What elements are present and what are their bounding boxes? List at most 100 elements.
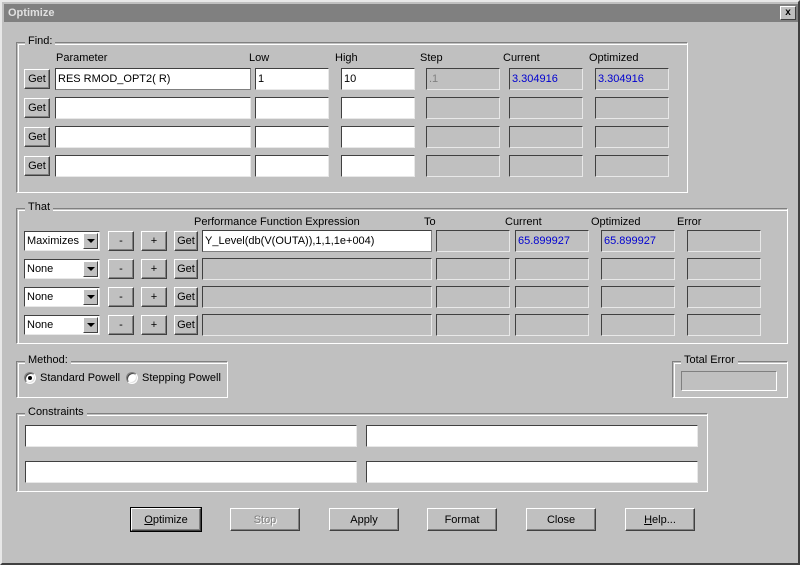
that-goal-value: None xyxy=(27,263,54,275)
that-goal-select[interactable]: None xyxy=(24,259,100,279)
optimize-button[interactable]: Optimize xyxy=(130,507,202,532)
optimize-dialog: Optimize x Find: Parameter Low High Step… xyxy=(0,0,800,565)
that-optimized-value xyxy=(601,286,675,308)
find-get-button[interactable]: Get xyxy=(24,69,50,89)
find-group-legend: Find: xyxy=(25,35,56,47)
close-icon[interactable]: x xyxy=(780,6,796,20)
find-parameter-input[interactable] xyxy=(55,155,251,177)
that-expression-input[interactable] xyxy=(202,314,432,336)
that-expression-input[interactable] xyxy=(202,286,432,308)
find-get-button[interactable]: Get xyxy=(24,98,50,118)
column-header-optimized: Optimized xyxy=(591,216,641,228)
that-get-button[interactable]: Get xyxy=(174,231,198,251)
find-parameter-input[interactable] xyxy=(55,126,251,148)
title-bar: Optimize x xyxy=(4,4,798,22)
find-high-input[interactable] xyxy=(341,155,415,177)
column-header-error: Error xyxy=(677,216,702,228)
chevron-down-icon[interactable] xyxy=(83,317,98,333)
that-goal-select[interactable]: None xyxy=(24,287,100,307)
radio-standard-powell[interactable]: Standard Powell xyxy=(24,372,120,384)
find-low-input[interactable] xyxy=(255,126,329,148)
radio-label-stepping-powell: Stepping Powell xyxy=(142,372,221,384)
column-header-performance-function-expression: Performance Function Expression xyxy=(194,216,360,228)
that-minus-button[interactable]: - xyxy=(108,231,134,251)
find-high-input[interactable]: 10 xyxy=(341,68,415,90)
that-goal-select[interactable]: Maximizes xyxy=(24,231,100,251)
that-current-value xyxy=(515,286,589,308)
that-plus-button[interactable]: + xyxy=(141,315,167,335)
that-error-value xyxy=(687,258,761,280)
that-error-value xyxy=(687,286,761,308)
find-low-input[interactable] xyxy=(255,155,329,177)
that-plus-button[interactable]: + xyxy=(141,231,167,251)
chevron-down-icon[interactable] xyxy=(83,289,98,305)
column-header-current: Current xyxy=(503,52,540,64)
radio-icon-selected[interactable] xyxy=(24,372,36,384)
that-get-button[interactable]: Get xyxy=(174,315,198,335)
find-low-input[interactable]: 1 xyxy=(255,68,329,90)
find-optimized-value: 3.304916 xyxy=(595,68,669,90)
radio-stepping-powell[interactable]: Stepping Powell xyxy=(126,372,221,384)
apply-button[interactable]: Apply xyxy=(329,508,399,531)
that-minus-button[interactable]: - xyxy=(108,315,134,335)
find-group: Find: Parameter Low High Step Current Op… xyxy=(16,35,688,193)
chevron-down-icon[interactable] xyxy=(83,233,98,249)
that-to-input xyxy=(436,230,510,252)
that-optimized-value: 65.899927 xyxy=(601,230,675,252)
find-step-input: .1 xyxy=(426,68,500,90)
that-goal-select[interactable]: None xyxy=(24,315,100,335)
find-optimized-value xyxy=(595,126,669,148)
radio-icon-unselected[interactable] xyxy=(126,372,138,384)
that-expression-input[interactable]: Y_Level(db(V(OUTA)),1,1,1e+004) xyxy=(202,230,432,252)
constraints-group: Constraints xyxy=(16,406,708,492)
close-button[interactable]: Close xyxy=(526,508,596,531)
that-plus-button[interactable]: + xyxy=(141,259,167,279)
find-current-value xyxy=(509,126,583,148)
that-goal-value: Maximizes xyxy=(27,235,79,247)
that-minus-button[interactable]: - xyxy=(108,259,134,279)
format-button[interactable]: Format xyxy=(427,508,497,531)
that-group: That Performance Function Expression To … xyxy=(16,201,788,344)
column-header-high: High xyxy=(335,52,358,64)
radio-label-standard-powell: Standard Powell xyxy=(40,372,121,384)
window-title: Optimize xyxy=(8,7,55,19)
that-get-button[interactable]: Get xyxy=(174,287,198,307)
find-high-input[interactable] xyxy=(341,126,415,148)
find-optimized-value xyxy=(595,97,669,119)
find-optimized-value xyxy=(595,155,669,177)
find-get-button[interactable]: Get xyxy=(24,156,50,176)
that-error-value xyxy=(687,314,761,336)
find-parameter-input[interactable] xyxy=(55,97,251,119)
that-current-value xyxy=(515,314,589,336)
stop-button: Stop xyxy=(230,508,300,531)
column-header-current: Current xyxy=(505,216,542,228)
that-expression-input[interactable] xyxy=(202,258,432,280)
find-step-input xyxy=(426,126,500,148)
column-header-optimized: Optimized xyxy=(589,52,639,64)
column-header-to: To xyxy=(424,216,436,228)
constraint-input-3[interactable] xyxy=(25,461,357,483)
column-header-low: Low xyxy=(249,52,270,64)
that-to-input xyxy=(436,286,510,308)
find-current-value xyxy=(509,97,583,119)
find-low-input[interactable] xyxy=(255,97,329,119)
optimize-button-label: Optimize xyxy=(144,513,188,526)
help-button[interactable]: Help... xyxy=(625,508,695,531)
that-get-button[interactable]: Get xyxy=(174,259,198,279)
that-goal-value: None xyxy=(27,319,54,331)
constraint-input-1[interactable] xyxy=(25,425,357,447)
constraint-input-2[interactable] xyxy=(366,425,698,447)
column-header-parameter: Parameter xyxy=(56,52,108,64)
that-plus-button[interactable]: + xyxy=(141,287,167,307)
find-high-input[interactable] xyxy=(341,97,415,119)
that-to-input xyxy=(436,314,510,336)
help-button-label: Help... xyxy=(644,513,676,526)
that-minus-button[interactable]: - xyxy=(108,287,134,307)
total-error-group-legend: Total Error xyxy=(681,354,738,366)
constraint-input-4[interactable] xyxy=(366,461,698,483)
find-get-button[interactable]: Get xyxy=(24,127,50,147)
chevron-down-icon[interactable] xyxy=(83,261,98,277)
find-current-value xyxy=(509,155,583,177)
that-optimized-value xyxy=(601,258,675,280)
find-parameter-input[interactable]: RES RMOD_OPT2( R) xyxy=(55,68,251,90)
